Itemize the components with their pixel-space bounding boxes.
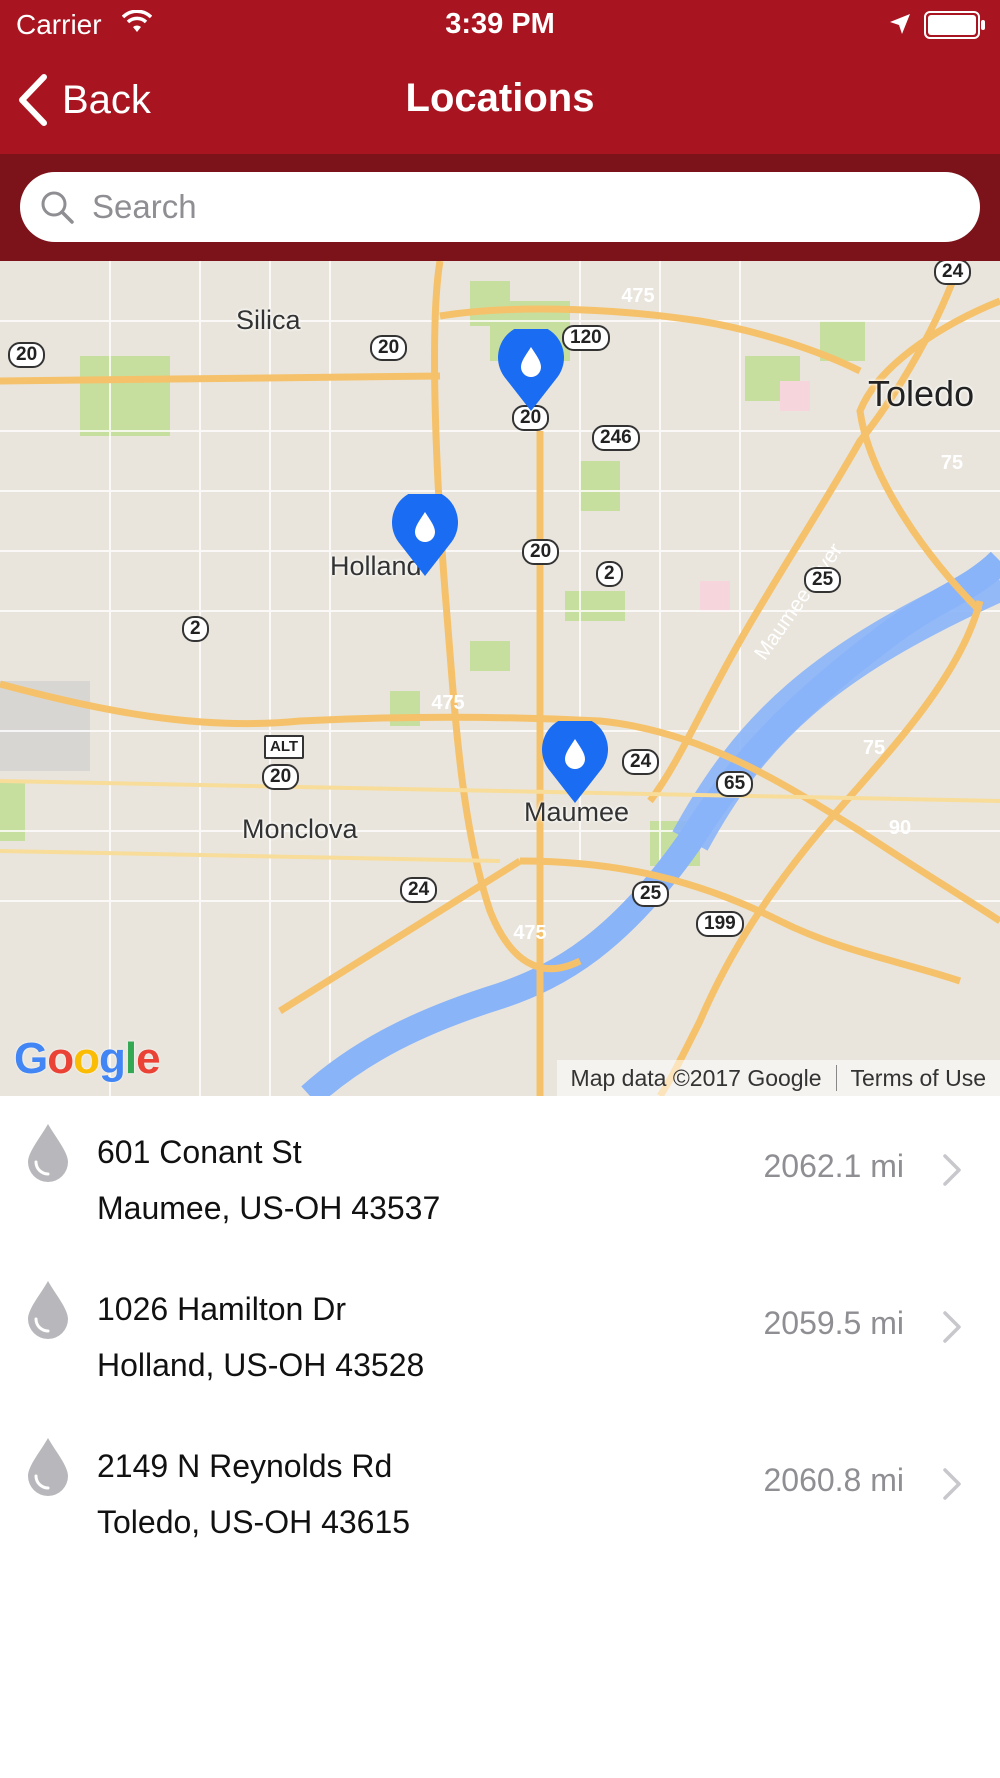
water-drop-icon <box>28 1438 68 1496</box>
location-list-item[interactable]: 601 Conant St Maumee, US-OH 43537 2062.1… <box>0 1096 1000 1253</box>
location-list: 601 Conant St Maumee, US-OH 43537 2062.1… <box>0 1096 1000 1567</box>
location-pin-marker[interactable] <box>540 721 610 805</box>
location-pin-marker[interactable] <box>496 329 566 413</box>
search-icon <box>41 191 74 224</box>
route-shield: 24 <box>400 877 438 903</box>
route-shield: 65 <box>716 771 754 797</box>
address-street: 601 Conant St <box>97 1134 302 1170</box>
address-city: Holland, US-OH 43528 <box>97 1347 425 1383</box>
route-shield: 199 <box>696 911 744 937</box>
route-shield-alt: ALT <box>264 735 305 759</box>
location-address: 601 Conant St Maumee, US-OH 43537 <box>97 1124 440 1236</box>
status-time: 3:39 PM <box>445 8 555 40</box>
chevron-right-icon <box>943 1154 961 1186</box>
location-arrow-icon <box>890 14 910 34</box>
route-shield: 20 <box>370 335 408 361</box>
map-attribution: Map data ©2017 Google <box>570 1064 822 1091</box>
water-drop-icon <box>28 1124 68 1182</box>
status-bar: Carrier 3:39 PM <box>0 0 1000 50</box>
map-attribution-bar: Map data ©2017 Google Terms of Use <box>556 1060 1000 1096</box>
address-city: Maumee, US-OH 43537 <box>97 1190 441 1226</box>
interstate-shield: 90 <box>880 806 920 846</box>
location-address: 2149 N Reynolds Rd Toledo, US-OH 43615 <box>97 1438 410 1550</box>
route-shield: 120 <box>562 325 610 351</box>
address-street: 1026 Hamilton Dr <box>97 1291 346 1327</box>
route-shield: 246 <box>592 425 640 451</box>
map-label-monclova: Monclova <box>242 814 358 844</box>
route-shield: 20 <box>8 342 46 368</box>
address-street: 2149 N Reynolds Rd <box>97 1448 393 1484</box>
location-distance: 2059.5 mi <box>763 1305 904 1341</box>
location-pin-marker[interactable] <box>390 494 460 578</box>
location-address: 1026 Hamilton Dr Holland, US-OH 43528 <box>97 1281 424 1393</box>
route-shield: 24 <box>622 749 660 775</box>
location-list-item[interactable]: 1026 Hamilton Dr Holland, US-OH 43528 20… <box>0 1253 1000 1410</box>
google-logo: Google <box>14 1034 161 1083</box>
map-view[interactable]: Silica Toledo Holland Monclova Maumee Ma… <box>0 261 1000 1096</box>
address-city: Toledo, US-OH 43615 <box>97 1504 411 1540</box>
terms-of-use-link[interactable]: Terms of Use <box>837 1065 1000 1092</box>
search-bar <box>0 154 1000 261</box>
route-shield: 2 <box>182 616 209 642</box>
route-shield: 25 <box>632 881 670 907</box>
interstate-shield: 475 <box>422 681 474 721</box>
interstate-shield: 475 <box>504 911 556 951</box>
route-shield: 25 <box>804 567 842 593</box>
search-field[interactable] <box>20 172 980 242</box>
location-distance: 2060.8 mi <box>763 1462 904 1498</box>
interstate-shield: 75 <box>854 726 894 766</box>
search-input[interactable] <box>90 187 950 227</box>
route-shield: 24 <box>934 261 972 285</box>
interstate-shield: 75 <box>932 441 972 481</box>
battery-icon <box>924 11 985 39</box>
route-shield: 2 <box>596 561 623 587</box>
interstate-shield: 475 <box>612 274 664 314</box>
chevron-right-icon <box>943 1311 961 1343</box>
water-drop-icon <box>28 1281 68 1339</box>
navigation-bar: Back Locations <box>0 50 1000 154</box>
route-shield: 20 <box>522 539 560 565</box>
location-distance: 2062.1 mi <box>763 1148 904 1184</box>
page-title: Locations <box>405 76 595 120</box>
route-shield: 20 <box>262 764 300 790</box>
location-list-item[interactable]: 2149 N Reynolds Rd Toledo, US-OH 43615 2… <box>0 1410 1000 1567</box>
map-label-toledo: Toledo <box>868 373 975 414</box>
chevron-right-icon <box>943 1468 961 1500</box>
map-label-silica: Silica <box>236 305 301 335</box>
